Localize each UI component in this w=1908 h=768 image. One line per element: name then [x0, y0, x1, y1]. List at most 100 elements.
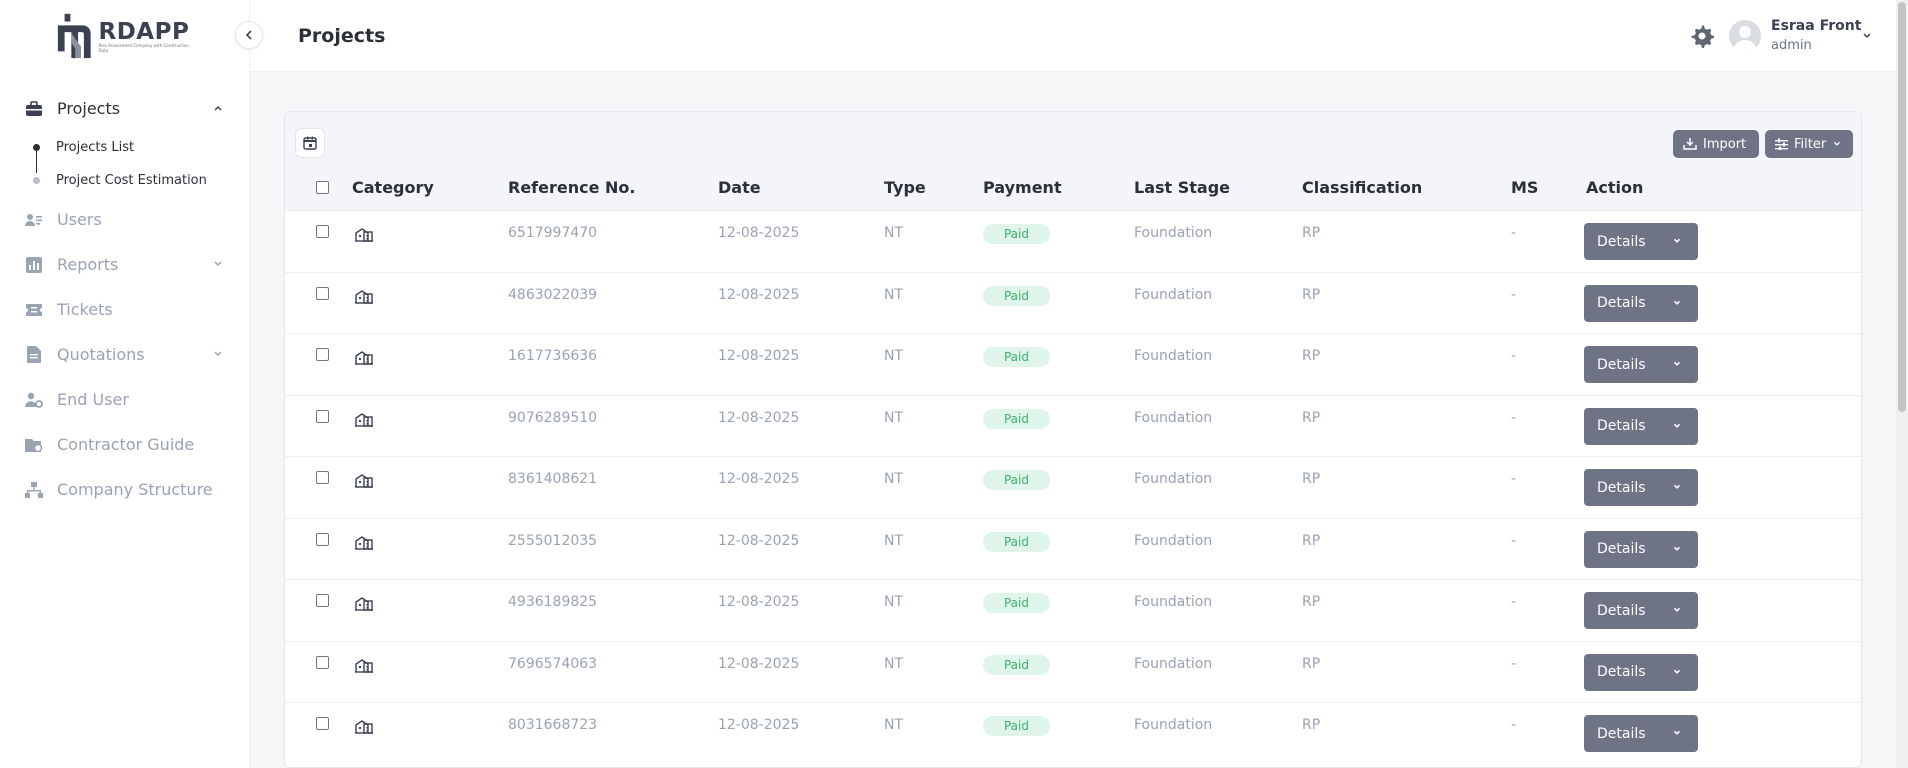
- cell-reference-no[interactable]: 6517997470: [508, 225, 597, 241]
- table-row[interactable]: 8031668723 12-08-2025 NT Paid Foundation RP - D…: [285, 702, 1861, 764]
- chevron-up-icon[interactable]: [212, 102, 224, 114]
- chevron-down-icon[interactable]: [1861, 30, 1873, 42]
- user-name[interactable]: Esraa Front: [1771, 18, 1861, 34]
- sidebar-item-quotations[interactable]: Quotations: [0, 332, 250, 377]
- sidebar-item-users[interactable]: Users: [0, 197, 250, 242]
- column-header-classification[interactable]: Classification: [1302, 178, 1422, 197]
- cell-last-stage: Foundation: [1134, 471, 1213, 487]
- cell-reference-no[interactable]: 7696574063: [508, 656, 597, 672]
- table-row[interactable]: 8361408621 12-08-2025 NT Paid Foundation RP - D…: [285, 456, 1861, 518]
- table-row[interactable]: 6517997470 12-08-2025 NT Paid Foundation RP - D…: [285, 210, 1861, 272]
- chevron-left-icon: [245, 30, 252, 40]
- filter-button[interactable]: Filter: [1765, 130, 1853, 158]
- chevron-down-icon[interactable]: [1672, 482, 1682, 492]
- row-select-checkbox[interactable]: [316, 348, 329, 361]
- sidebar-item-reports[interactable]: Reports: [0, 242, 250, 287]
- sidebar-item-label: Users: [57, 210, 102, 229]
- hierarchy-icon: [25, 481, 43, 499]
- table-row[interactable]: 9076289510 12-08-2025 NT Paid Foundation RP - D…: [285, 394, 1861, 457]
- sidebar-item-contractor-guide[interactable]: Contractor Guide: [0, 422, 250, 467]
- table-row[interactable]: 2555012035 12-08-2025 NT Paid Foundation RP - D…: [285, 517, 1861, 580]
- cell-classification: RP: [1302, 655, 1321, 672]
- cell-ms: -: [1511, 348, 1517, 364]
- column-header-action: Action: [1586, 178, 1644, 197]
- row-select-checkbox[interactable]: [316, 471, 329, 484]
- column-header-payment[interactable]: Payment: [983, 178, 1062, 197]
- scrollbar-thumb[interactable]: [1898, 2, 1906, 412]
- details-button[interactable]: Details: [1584, 284, 1698, 322]
- cell-reference-no[interactable]: 2555012035: [508, 533, 597, 549]
- sidebar: RDAPP Risk Assessment Company with Const…: [0, 0, 250, 768]
- sidebar-item-projects[interactable]: Projects: [0, 86, 250, 131]
- details-button[interactable]: Details: [1584, 530, 1698, 568]
- cell-type: NT: [884, 655, 904, 672]
- logo-brand: RDAPP: [98, 19, 190, 45]
- chevron-down-icon[interactable]: [1672, 236, 1682, 246]
- briefcase-icon: [25, 100, 43, 118]
- import-button[interactable]: Import: [1673, 130, 1759, 158]
- sidebar-subitem-project-cost-estimation[interactable]: Project Cost Estimation: [33, 164, 250, 197]
- cell-last-stage: Foundation: [1134, 409, 1213, 426]
- details-button[interactable]: Details: [1584, 469, 1698, 506]
- sidebar-item-company-structure[interactable]: Company Structure: [0, 467, 250, 512]
- details-button[interactable]: Details: [1584, 223, 1698, 260]
- cell-date: 12-08-2025: [718, 286, 800, 303]
- avatar[interactable]: [1729, 20, 1761, 52]
- row-select-checkbox[interactable]: [316, 225, 329, 238]
- sidebar-item-tickets[interactable]: Tickets: [0, 287, 250, 332]
- chevron-down-icon[interactable]: [1672, 728, 1682, 738]
- sidebar-collapse-button[interactable]: [235, 21, 263, 49]
- details-button[interactable]: Details: [1584, 407, 1698, 445]
- date-picker-button[interactable]: [295, 128, 325, 158]
- building-category-icon: [355, 412, 373, 427]
- cell-reference-no[interactable]: 4936189825: [508, 594, 597, 610]
- sidebar-item-label: End User: [57, 390, 129, 409]
- chevron-down-icon[interactable]: [1672, 667, 1682, 677]
- details-button[interactable]: Details: [1584, 346, 1698, 383]
- row-select-checkbox[interactable]: [316, 286, 329, 300]
- column-header-type[interactable]: Type: [884, 178, 926, 197]
- cell-reference-no[interactable]: 8361408621: [508, 471, 597, 487]
- row-select-checkbox[interactable]: [316, 717, 329, 730]
- chevron-down-icon[interactable]: [1672, 421, 1682, 431]
- sidebar-item-label: Tickets: [57, 300, 113, 319]
- cell-reference-no[interactable]: 8031668723: [508, 717, 597, 733]
- app-logo[interactable]: RDAPP Risk Assessment Company with Const…: [54, 10, 196, 62]
- user-gear-icon: [25, 391, 43, 409]
- table-row[interactable]: 4936189825 12-08-2025 NT Paid Foundation RP - D…: [285, 579, 1861, 641]
- details-button[interactable]: Details: [1584, 592, 1698, 629]
- chevron-down-icon[interactable]: [1672, 359, 1682, 369]
- gear-icon[interactable]: [1690, 24, 1714, 48]
- cell-reference-no[interactable]: 9076289510: [508, 410, 597, 426]
- cell-classification: RP: [1302, 286, 1321, 303]
- table-row[interactable]: 7696574063 12-08-2025 NT Paid Foundation RP - D…: [285, 640, 1861, 703]
- column-header-reference-no[interactable]: Reference No.: [508, 178, 635, 197]
- building-category-icon: [355, 351, 373, 365]
- logo-mark-icon: [57, 13, 91, 59]
- building-category-icon: [355, 658, 373, 673]
- select-all-checkbox[interactable]: [316, 181, 329, 194]
- column-header-category[interactable]: Category: [352, 178, 434, 197]
- column-header-date[interactable]: Date: [718, 178, 761, 197]
- cell-reference-no[interactable]: 4863022039: [508, 287, 597, 303]
- page-scrollbar[interactable]: [1896, 0, 1908, 768]
- row-select-checkbox[interactable]: [316, 655, 329, 669]
- chevron-down-icon[interactable]: [212, 348, 224, 360]
- chevron-down-icon[interactable]: [1672, 544, 1682, 554]
- column-header-ms[interactable]: MS: [1511, 178, 1538, 197]
- cell-last-stage: Foundation: [1134, 717, 1213, 733]
- sidebar-subitem-projects-list[interactable]: Projects List: [33, 131, 250, 173]
- table-row[interactable]: 4863022039 12-08-2025 NT Paid Foundation RP - D…: [285, 271, 1861, 334]
- sidebar-item-end-user[interactable]: End User: [0, 377, 250, 422]
- table-row[interactable]: 1617736636 12-08-2025 NT Paid Foundation RP - D…: [285, 333, 1861, 395]
- chevron-down-icon[interactable]: [1672, 298, 1682, 308]
- details-button[interactable]: Details: [1584, 653, 1698, 691]
- row-select-checkbox[interactable]: [316, 409, 329, 423]
- chevron-down-icon[interactable]: [1672, 605, 1682, 615]
- details-button[interactable]: Details: [1584, 715, 1698, 752]
- row-select-checkbox[interactable]: [316, 594, 329, 607]
- chevron-down-icon[interactable]: [212, 258, 224, 270]
- cell-reference-no[interactable]: 1617736636: [508, 348, 597, 364]
- column-header-last-stage[interactable]: Last Stage: [1134, 178, 1230, 197]
- row-select-checkbox[interactable]: [316, 532, 329, 546]
